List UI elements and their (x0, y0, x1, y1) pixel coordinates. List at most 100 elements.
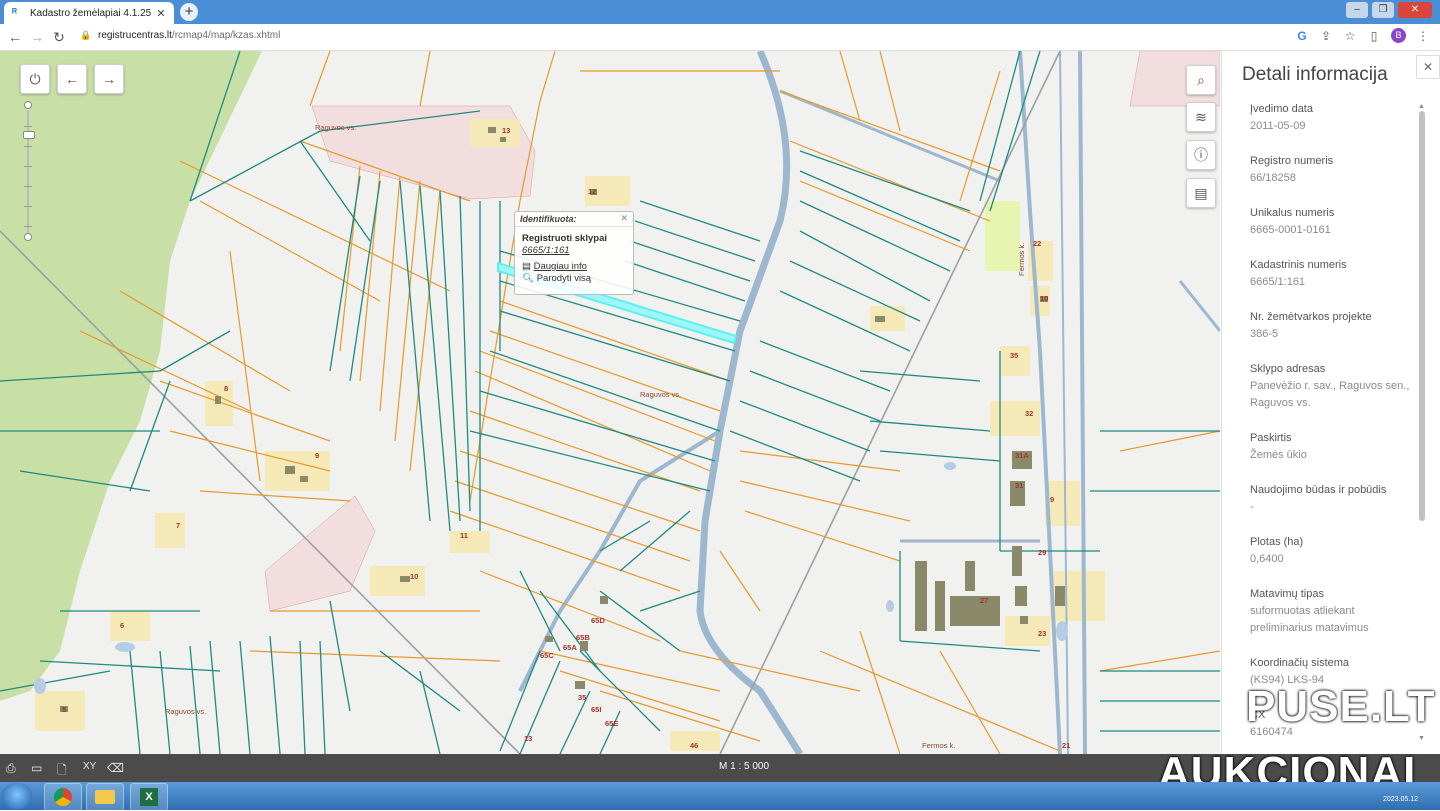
forest-area (0, 51, 262, 701)
excel-icon[interactable]: X (130, 783, 168, 811)
url-path: /rcmap4/map/kzas.xhtml (171, 30, 281, 41)
browser-tab-strip: ᴿ Kadastro žemėlapiai 4.1.25 ✕ + – ❐ ✕ (0, 0, 1440, 24)
scroll-up-arrow-icon[interactable]: ▲ (1418, 103, 1425, 110)
document-icon[interactable]: ▤ (1186, 178, 1216, 208)
xy-coordinate-icon[interactable]: XY (83, 761, 96, 772)
cadastral-map[interactable]: 13 Raguvos vs. 12 Raguvos vs. Raguvos vs… (0, 51, 1220, 754)
map-label: 7 (176, 521, 181, 530)
map-scale: M 1 : 5 000 (719, 761, 770, 772)
zoom-tick (24, 166, 32, 167)
url-field[interactable]: registrucentras.lt/rcmap4/map/kzas.xhtml (98, 30, 280, 41)
field-entry: Kadastrinis numeris 6665/1:161 (1250, 257, 1417, 291)
field-label: Registro numeris (1250, 155, 1334, 167)
show-all-link[interactable]: 🔍︎ Parodyti visą (522, 273, 626, 284)
chrome-taskbar-icon[interactable] (44, 783, 82, 811)
field-label: Kadastrinis numeris (1250, 259, 1347, 271)
map-canvas[interactable] (0, 51, 1220, 754)
share-icon[interactable]: ⇪ (1319, 29, 1333, 43)
map-label: 10 (1040, 294, 1049, 303)
start-button[interactable] (2, 783, 32, 809)
map-label: 65A (563, 643, 577, 652)
map-label: 21 (1062, 741, 1071, 750)
lock-icon[interactable]: 🔒 (80, 30, 91, 42)
zoom-tick (24, 226, 32, 227)
eraser-icon[interactable]: ⌫ (107, 761, 124, 775)
zoom-magnifier-icon: 🔍︎ (522, 273, 537, 284)
power-reset-button[interactable]: ⏻ (20, 64, 50, 94)
more-info-label: Daugiau info (533, 261, 587, 272)
field-entry: Paskirtis Žemės ūkio (1250, 430, 1417, 464)
file-explorer-icon[interactable] (86, 783, 124, 811)
menu-kebab-icon[interactable]: ⋮ (1416, 29, 1430, 43)
parcel-boundaries-orange (79, 51, 1220, 754)
site-favicon-icon: ᴿ (12, 7, 18, 19)
search-icon[interactable]: ⌕ (1186, 65, 1216, 95)
map-label: 6 (120, 621, 125, 630)
layers-icon[interactable]: ≋ (1186, 102, 1216, 132)
map-label: 32 (1025, 409, 1034, 418)
window-controls: – ❐ ✕ (1346, 2, 1432, 18)
restore-window-button[interactable]: ❐ (1372, 2, 1394, 18)
field-label: Matavimų tipas (1250, 588, 1324, 600)
forward-arrow-icon[interactable]: → (28, 28, 46, 46)
reload-icon[interactable]: ↻ (50, 28, 68, 46)
popup-close-icon[interactable]: ✕ (620, 213, 628, 224)
info-icon[interactable]: ⓘ (1186, 140, 1216, 170)
panel-field-list[interactable]: Įvedimo data 2011-05-09 Registro numeris 6… (1232, 101, 1417, 751)
map-label: 12 (588, 187, 597, 196)
field-label: Nr. žemėtvarkos projekte (1250, 311, 1372, 323)
info-page-icon: ▤ (522, 261, 534, 272)
map-label: 9 (315, 451, 320, 460)
add-document-icon[interactable]: 🗋 (57, 761, 67, 782)
history-forward-button[interactable]: → (94, 64, 124, 94)
map-label: 5 (62, 705, 67, 714)
map-label: 65E (605, 719, 619, 728)
google-icon[interactable]: G (1295, 29, 1309, 43)
map-label: 23 (1038, 629, 1047, 638)
field-value: 6665-0001-0161 (1250, 224, 1331, 236)
panel-close-button[interactable]: ✕ (1416, 55, 1440, 79)
field-entry: Įvedimo data 2011-05-09 (1250, 101, 1417, 135)
zoom-tick (24, 206, 32, 207)
bookmark-star-icon[interactable]: ☆ (1343, 29, 1357, 43)
zoom-track[interactable] (27, 111, 29, 237)
popup-parcel-link[interactable]: 6665/1:161 (522, 245, 626, 256)
zoom-knob[interactable] (23, 131, 35, 139)
scroll-down-arrow-icon[interactable]: ▼ (1418, 735, 1425, 742)
map-label-street: Fermos k. (922, 741, 956, 750)
zoom-out-handle[interactable] (24, 233, 32, 241)
show-all-label: Parodyti visą (536, 273, 592, 284)
map-label: 13 (524, 734, 533, 743)
map-label: 27 (980, 596, 989, 605)
back-arrow-icon[interactable]: ← (6, 28, 24, 46)
map-label-street-vertical: Fermos k. (1017, 242, 1026, 276)
profile-avatar[interactable]: B (1391, 28, 1406, 43)
field-value: - (1250, 501, 1254, 513)
ruler-icon[interactable]: ▭ (31, 761, 42, 775)
print-icon[interactable]: ⎙ (6, 761, 16, 776)
new-tab-button[interactable]: + (180, 3, 198, 21)
field-label: Paskirtis (1250, 432, 1292, 444)
field-label: Plotas (ha) (1250, 536, 1304, 548)
map-label: 65D (591, 616, 605, 625)
map-label: 22 (1033, 239, 1042, 248)
map-label: 9 (1050, 495, 1055, 504)
history-back-button[interactable]: ← (57, 64, 87, 94)
field-entry: Matavimų tipas suformuotas atliekant prel… (1250, 586, 1417, 637)
panel-scrollbar-thumb[interactable] (1419, 111, 1425, 521)
browser-tab[interactable]: ᴿ Kadastro žemėlapiai 4.1.25 ✕ (4, 2, 174, 24)
tab-close-icon[interactable]: ✕ (154, 7, 168, 20)
map-label: 65I (591, 705, 602, 714)
field-label: Įvedimo data (1250, 103, 1313, 115)
field-label: Sklypo adresas (1250, 363, 1326, 375)
address-bar-actions: G ⇪ ☆ ▯ B ⋮ (1295, 28, 1430, 43)
zoom-in-handle[interactable] (24, 101, 32, 109)
url-host: registrucentras.lt (98, 30, 172, 41)
map-label: 35 (578, 693, 587, 702)
field-value: 2011-05-09 (1250, 120, 1306, 132)
close-window-button[interactable]: ✕ (1398, 2, 1432, 18)
side-panel-icon[interactable]: ▯ (1367, 29, 1381, 43)
field-value: 386-5 (1250, 328, 1279, 340)
minimize-window-button[interactable]: – (1346, 2, 1368, 18)
more-info-link[interactable]: ▤ Daugiau info (522, 261, 626, 272)
